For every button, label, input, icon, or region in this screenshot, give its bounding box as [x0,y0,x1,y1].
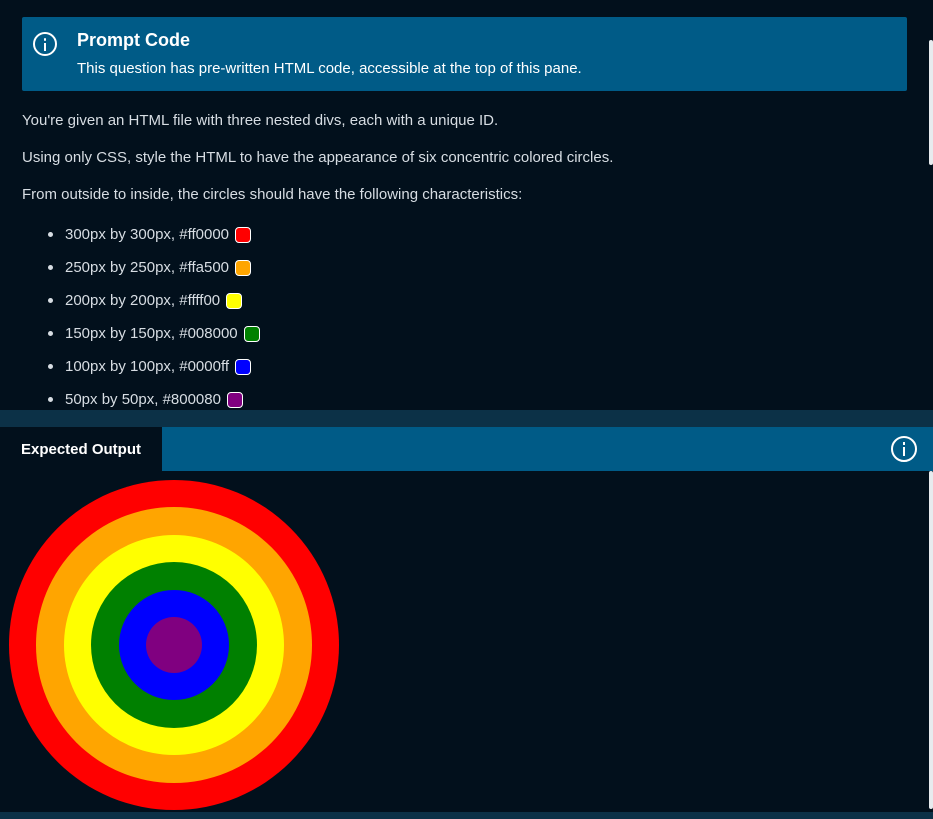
circle-spec-label: 150px by 150px, #008000 [65,325,238,342]
circle-spec-label: 50px by 50px, #800080 [65,391,221,408]
callout-title: Prompt Code [77,30,191,50]
instruction-paragraph-1: You're given an HTML file with three nes… [22,112,499,129]
pane-resize-divider[interactable] [0,410,933,427]
list-item: 100px by 100px, #0000ff [48,350,260,383]
prompt-code-callout: Prompt Code This question has pre-writte… [22,17,907,91]
bullet-icon [48,265,53,270]
circle-spec-label: 200px by 200px, #ffff00 [65,292,221,309]
info-icon[interactable] [891,436,917,462]
output-scrollbar[interactable] [929,471,933,809]
color-swatch [243,325,260,342]
color-swatch [235,226,252,243]
circle-spec-label: 250px by 250px, #ffa500 [65,259,230,276]
color-swatch [235,259,252,276]
instruction-paragraph-3: From outside to inside, the circles shou… [22,186,523,203]
instruction-paragraph-2: Using only CSS, style the HTML to have t… [22,149,614,166]
bullet-icon [48,364,53,369]
prompt-pane[interactable]: Prompt Code This question has pre-writte… [0,0,929,410]
prompt-scrollbar[interactable] [929,40,933,165]
bullet-icon [48,232,53,237]
info-icon [33,32,57,56]
callout-text: This question has pre-written HTML code,… [77,60,582,77]
list-item: 200px by 200px, #ffff00 [48,284,260,317]
color-swatch [235,358,252,375]
circle-spec-label: 300px by 300px, #ff0000 [65,226,230,243]
output-circle-6 [146,617,202,673]
circle-spec-list: 300px by 300px, #ff0000 250px by 250px, … [48,218,260,416]
bullet-icon [48,298,53,303]
color-swatch [226,391,243,408]
bullet-icon [48,331,53,336]
output-header: Expected Output [0,427,933,471]
circle-spec-label: 100px by 100px, #0000ff [65,358,230,375]
list-item: 300px by 300px, #ff0000 [48,218,260,251]
bottom-divider [0,812,933,819]
color-swatch [226,292,243,309]
bullet-icon [48,397,53,402]
list-item: 150px by 150px, #008000 [48,317,260,350]
list-item: 250px by 250px, #ffa500 [48,251,260,284]
page: Prompt Code This question has pre-writte… [0,0,933,819]
tab-expected-output[interactable]: Expected Output [0,427,162,471]
